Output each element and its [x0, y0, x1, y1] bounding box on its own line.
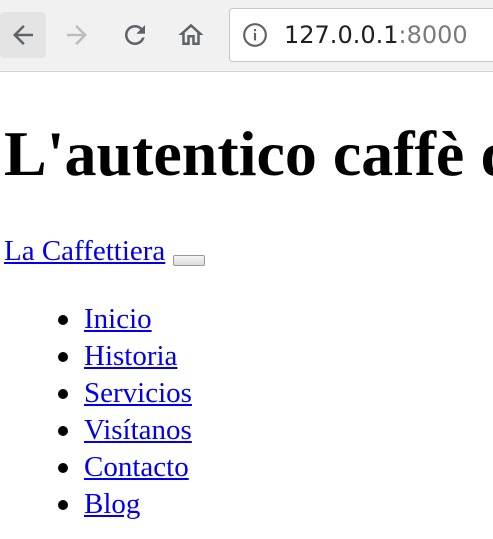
- url-port: :8000: [398, 21, 468, 49]
- nav-item-historia: Historia: [58, 338, 192, 375]
- browser-toolbar: 127.0.0.1:8000: [0, 0, 493, 72]
- bullet-icon: [58, 463, 68, 473]
- bullet-icon: [58, 426, 68, 436]
- nav-item-contacto: Contacto: [58, 449, 192, 486]
- bullet-icon: [58, 389, 68, 399]
- page-title: L'autentico caffè d: [4, 118, 493, 189]
- nav-link-servicios[interactable]: Servicios: [84, 377, 192, 409]
- nav-link-historia[interactable]: Historia: [84, 340, 177, 372]
- forward-button[interactable]: [54, 12, 100, 58]
- menu-toggle-button[interactable]: [173, 255, 206, 266]
- info-icon[interactable]: [242, 22, 268, 48]
- url-text: 127.0.0.1:8000: [284, 21, 468, 49]
- navbar: La Caffettiera: [4, 233, 206, 269]
- home-button[interactable]: [168, 12, 214, 58]
- brand-link[interactable]: La Caffettiera: [4, 235, 165, 267]
- nav-menu: Inicio Historia Servicios Visítanos Cont…: [58, 301, 192, 523]
- home-icon: [178, 23, 204, 45]
- url-host: 127.0.0.1: [284, 21, 399, 49]
- reload-button[interactable]: [112, 12, 158, 58]
- nav-link-inicio[interactable]: Inicio: [84, 303, 152, 335]
- nav-link-blog[interactable]: Blog: [84, 488, 140, 520]
- nav-item-blog: Blog: [58, 486, 192, 523]
- nav-link-contacto[interactable]: Contacto: [84, 451, 189, 483]
- bullet-icon: [58, 315, 68, 325]
- forward-arrow-icon: [67, 25, 87, 45]
- address-bar[interactable]: 127.0.0.1:8000: [229, 8, 493, 62]
- nav-item-inicio: Inicio: [58, 301, 192, 338]
- back-button[interactable]: [0, 12, 46, 58]
- back-arrow-icon: [13, 25, 33, 45]
- reload-icon: [125, 25, 145, 45]
- nav-link-visitanos[interactable]: Visítanos: [84, 414, 192, 446]
- page-content: L'autentico caffè d La Caffettiera Inici…: [0, 72, 493, 539]
- bullet-icon: [58, 352, 68, 362]
- nav-item-servicios: Servicios: [58, 375, 192, 412]
- nav-item-visitanos: Visítanos: [58, 412, 192, 449]
- bullet-icon: [58, 500, 68, 510]
